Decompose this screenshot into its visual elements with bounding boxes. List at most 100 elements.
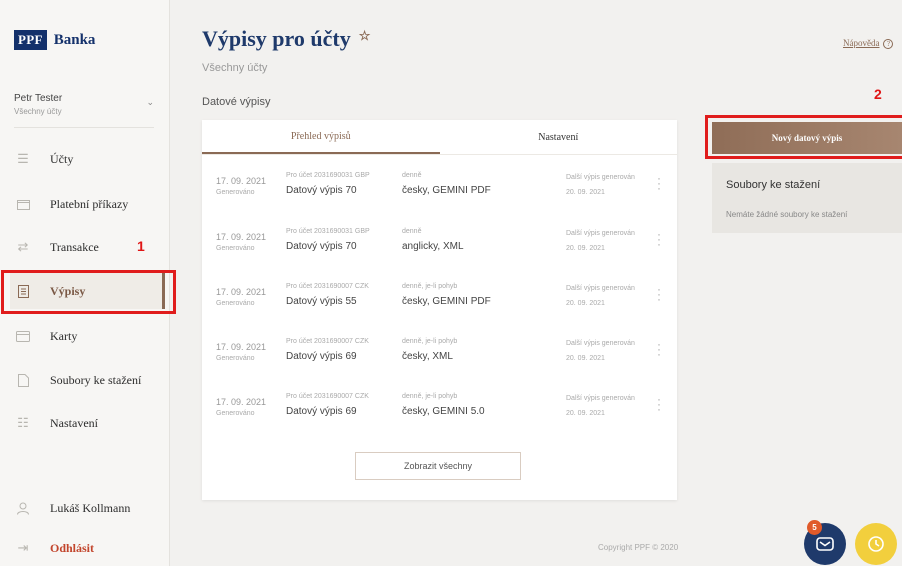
statement-account: Pro účet 2031690007 CZK: [286, 393, 369, 400]
table-row[interactable]: 17. 09. 2021 Generováno Pro účet 2031690…: [202, 160, 677, 210]
next-statement-label: Další výpis generován: [566, 395, 635, 402]
document-icon: [10, 373, 36, 387]
statement-status: Generováno: [216, 245, 255, 252]
kebab-menu-icon[interactable]: · · ·: [657, 283, 661, 305]
sidebar-item-vypisy[interactable]: Výpisy: [10, 273, 165, 309]
statement-format: česky, GEMINI PDF: [402, 185, 491, 196]
statement-account: Pro účet 2031690031 GBP: [286, 228, 370, 235]
tab-prehled-vypisu[interactable]: Přehled výpisů: [202, 120, 440, 154]
statement-date: 17. 09. 2021: [216, 176, 267, 186]
table-row[interactable]: 17. 09. 2021 Generováno Pro účet 2031690…: [202, 216, 677, 266]
new-data-statement-button[interactable]: Nový datový výpis: [712, 122, 902, 154]
statement-icon: [10, 284, 36, 298]
section-label: Datové výpisy: [202, 96, 271, 108]
next-statement-label: Další výpis generován: [566, 340, 635, 347]
statement-account: Pro účet 2031690031 GBP: [286, 172, 370, 179]
tab-nastaveni[interactable]: Nastavení: [440, 120, 678, 154]
transfer-arrows-icon: ⇄: [17, 239, 29, 254]
user-scope: Všechny účty: [14, 107, 62, 116]
next-statement-date: 20. 09. 2021: [566, 245, 605, 252]
next-statement-date: 20. 09. 2021: [566, 355, 605, 362]
kebab-menu-icon[interactable]: · · ·: [657, 172, 661, 194]
downloads-title: Soubory ke stažení: [726, 179, 821, 191]
kebab-menu-icon[interactable]: · · ·: [657, 338, 661, 360]
user-account-selector[interactable]: Petr Tester Všechny účty ⌄: [14, 93, 154, 116]
statement-frequency: denně, je-li pohyb: [402, 393, 458, 400]
statement-frequency: denně: [402, 172, 422, 179]
logo-text: Banka: [53, 31, 96, 48]
copyright: Copyright PPF © 2020: [598, 543, 679, 552]
sidebar: PPF Banka Petr Tester Všechny účty ⌄ ☰ Ú…: [0, 0, 170, 566]
next-statement-label: Další výpis generován: [566, 230, 635, 237]
card-icon: [10, 330, 36, 342]
sidebar-item-label: Transakce: [50, 239, 99, 254]
statement-name: Datový výpis 70: [286, 185, 357, 196]
sidebar-item-nastaveni[interactable]: ☷ Nastavení: [10, 405, 165, 441]
sidebar-item-karty[interactable]: Karty: [10, 318, 165, 354]
table-row[interactable]: 17. 09. 2021 Generováno Pro účet 2031690…: [202, 381, 677, 431]
sidebar-item-label: Karty: [50, 328, 78, 343]
statement-format: anglicky, XML: [402, 241, 464, 252]
help-link[interactable]: Nápověda?: [843, 38, 894, 49]
statement-date: 17. 09. 2021: [216, 397, 267, 407]
sidebar-item-label: Platební příkazy: [50, 196, 129, 211]
statement-account: Pro účet 2031690007 CZK: [286, 283, 369, 290]
annotation-number-2: 2: [874, 86, 882, 102]
statement-frequency: denně, je-li pohyb: [402, 338, 458, 345]
sidebar-item-label: Výpisy: [50, 283, 86, 298]
chevron-down-icon: ⌄: [146, 97, 154, 107]
logo-mark: PPF: [14, 30, 47, 50]
help-circle-icon: ?: [883, 39, 894, 49]
show-all-button[interactable]: Zobrazit všechny: [355, 452, 521, 480]
mail-icon: [816, 537, 834, 551]
statement-date: 17. 09. 2021: [216, 342, 267, 352]
sidebar-item-platebni-prikazy[interactable]: Platební příkazy: [10, 186, 165, 222]
statement-name: Datový výpis 69: [286, 351, 357, 362]
logout-label: Odhlásit: [50, 540, 95, 555]
sidebar-item-label: Nastavení: [50, 415, 98, 430]
sidebar-item-soubory-ke-stazeni[interactable]: Soubory ke stažení: [10, 362, 165, 398]
statements-card: Přehled výpisů Nastavení 17. 09. 2021 Ge…: [202, 120, 677, 500]
clock-icon: [868, 536, 884, 552]
settings-icon: ☷: [17, 415, 29, 430]
table-row[interactable]: 17. 09. 2021 Generováno Pro účet 2031690…: [202, 271, 677, 321]
star-favorite-icon[interactable]: ☆: [359, 28, 371, 43]
notification-badge: 5: [807, 520, 822, 535]
statement-account: Pro účet 2031690007 CZK: [286, 338, 369, 345]
downloads-empty-text: Nemáte žádné soubory ke stažení: [726, 210, 848, 219]
table-row[interactable]: 17. 09. 2021 Generováno Pro účet 2031690…: [202, 326, 677, 376]
logout-button[interactable]: ⇥ Odhlásit: [10, 530, 165, 566]
statement-frequency: denně: [402, 228, 422, 235]
statement-status: Generováno: [216, 189, 255, 196]
divider: [14, 127, 154, 128]
statement-date: 17. 09. 2021: [216, 232, 267, 242]
history-button[interactable]: [855, 523, 897, 565]
annotation-number-1: 1: [137, 238, 145, 254]
statement-status: Generováno: [216, 355, 255, 362]
kebab-menu-icon[interactable]: · · ·: [657, 393, 661, 415]
downloads-panel: Soubory ke stažení Nemáte žádné soubory …: [712, 163, 902, 233]
next-statement-date: 20. 09. 2021: [566, 189, 605, 196]
tab-bar: Přehled výpisů Nastavení: [202, 120, 677, 155]
next-statement-label: Další výpis generován: [566, 285, 635, 292]
statement-status: Generováno: [216, 410, 255, 417]
kebab-menu-icon[interactable]: · · ·: [657, 228, 661, 250]
sidebar-item-ucty[interactable]: ☰ Účty: [10, 141, 165, 177]
statement-name: Datový výpis 70: [286, 241, 357, 252]
statement-frequency: denně, je-li pohyb: [402, 283, 458, 290]
statement-status: Generováno: [216, 300, 255, 307]
next-statement-date: 20. 09. 2021: [566, 300, 605, 307]
user-profile-name: Lukáš Kollmann: [50, 500, 131, 515]
sidebar-item-label: Účty: [50, 151, 74, 166]
user-icon: [10, 502, 36, 515]
ppf-banka-logo[interactable]: PPF Banka: [14, 30, 95, 50]
menu-lines-icon: ☰: [17, 151, 29, 166]
folder-icon: [10, 199, 36, 210]
user-profile-link[interactable]: Lukáš Kollmann: [10, 490, 165, 526]
next-statement-label: Další výpis generován: [566, 174, 635, 181]
next-statement-date: 20. 09. 2021: [566, 410, 605, 417]
statement-name: Datový výpis 55: [286, 296, 357, 307]
page-title: Výpisy pro účty ☆: [202, 26, 371, 51]
page-subtitle: Všechny účty: [202, 62, 268, 74]
statement-format: česky, GEMINI PDF: [402, 296, 491, 307]
